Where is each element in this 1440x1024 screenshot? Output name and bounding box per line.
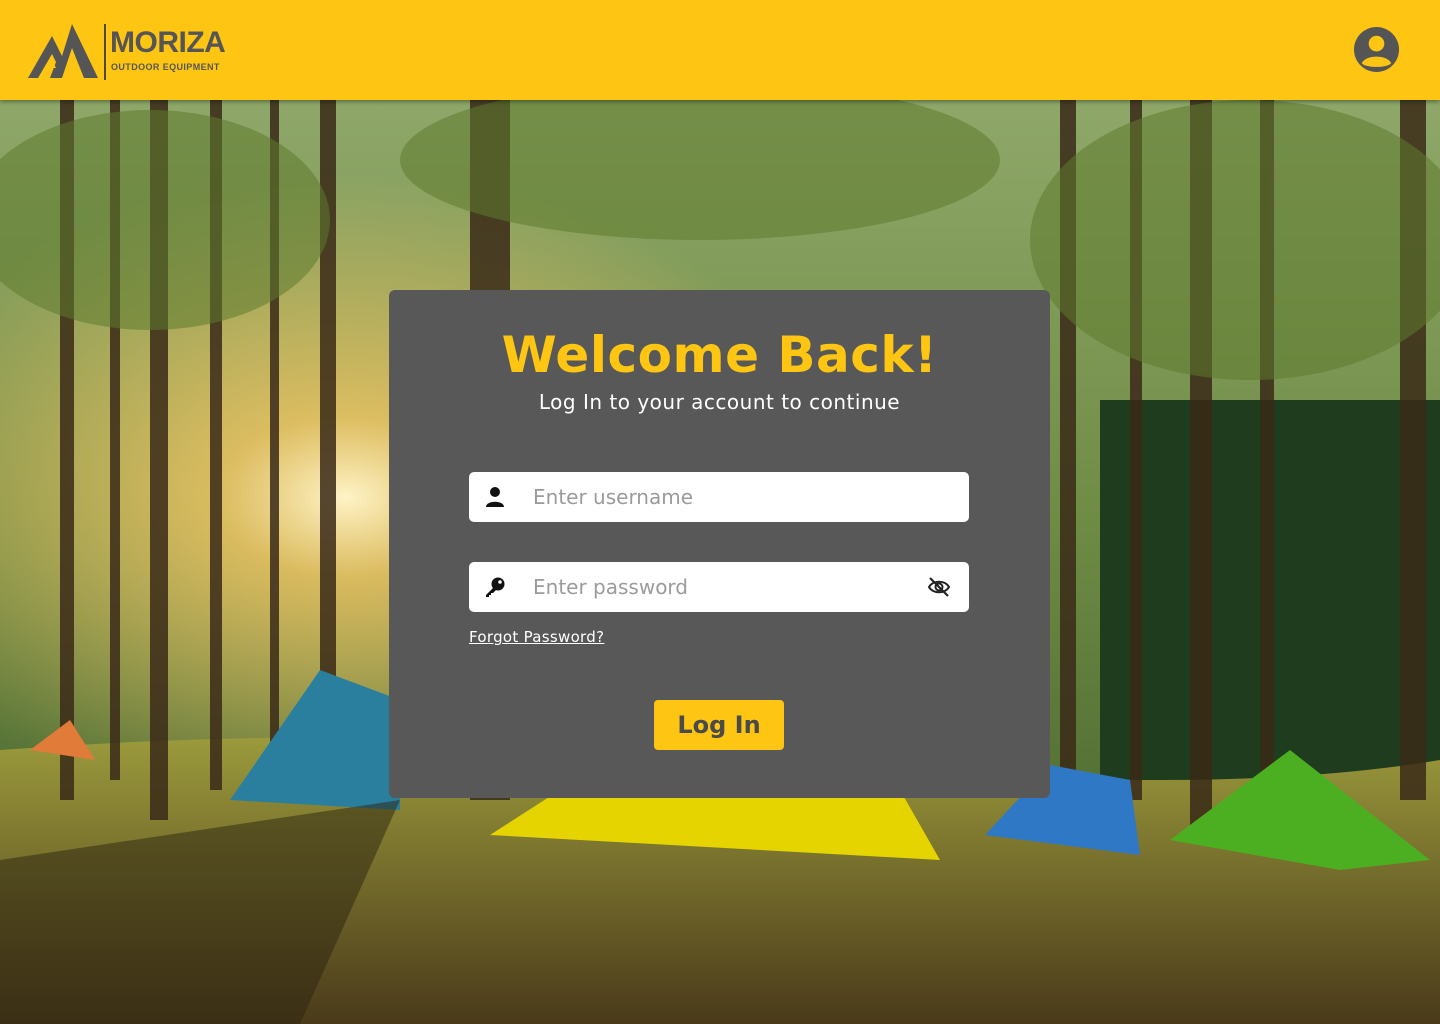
page-subtitle: Log In to your account to continue: [538, 390, 901, 414]
key-icon: [486, 577, 505, 597]
page-title: Welcome Back!: [501, 326, 938, 384]
eye-off-icon[interactable]: [927, 576, 951, 598]
brand-name: MORIZA: [110, 26, 226, 59]
top-header: MORIZA OUTDOOR EQUIPMENT: [0, 0, 1440, 100]
user-circle-icon[interactable]: [1353, 26, 1400, 73]
login-card: Welcome Back! Log In to your account to …: [389, 290, 1050, 798]
logo-divider: [104, 24, 106, 80]
username-field: [469, 472, 969, 522]
user-icon: [486, 487, 504, 507]
password-field: [469, 562, 969, 612]
forgot-password-link[interactable]: Forgot Password?: [469, 628, 604, 646]
brand-tagline: OUTDOOR EQUIPMENT: [111, 62, 220, 72]
login-button[interactable]: Log In: [654, 700, 784, 750]
mountain-logo-icon: [28, 24, 98, 78]
password-input[interactable]: [533, 562, 913, 612]
brand-logo[interactable]: MORIZA OUTDOOR EQUIPMENT: [26, 22, 238, 82]
username-input[interactable]: [533, 472, 913, 522]
